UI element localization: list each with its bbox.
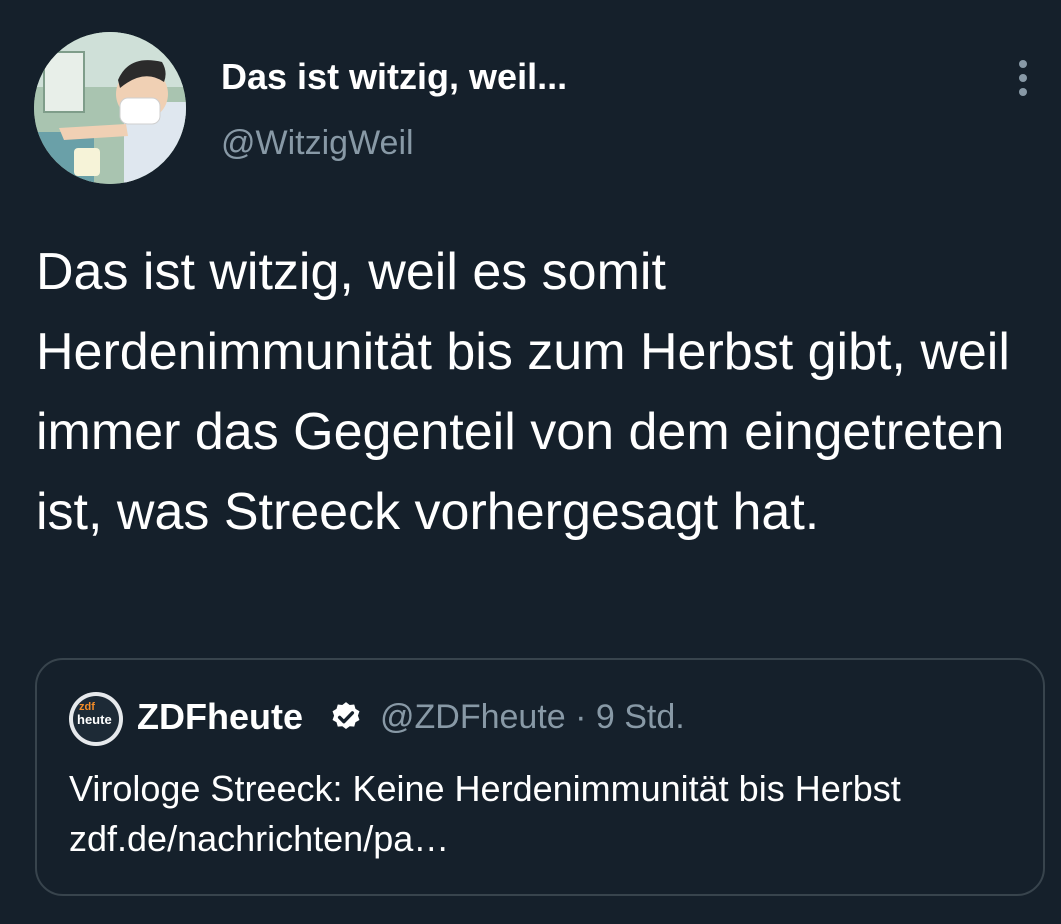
quoted-display-name[interactable]: ZDFheute [137,696,303,738]
quoted-avatar[interactable]: zdf heute [69,692,123,746]
avatar-image [34,32,186,184]
quoted-avatar-logo-line2: heute [77,712,112,727]
quoted-text: Virologe Streeck: Keine Herdenimmunität … [69,768,901,859]
quoted-tweet[interactable]: zdf heute ZDFheute @ZDFheute · 9 Std. Vi… [35,658,1045,896]
more-dot [1019,74,1027,82]
quoted-handle-time: @ZDFheute · 9 Std. [380,698,685,736]
avatar[interactable] [34,32,186,184]
verified-badge-icon [332,702,360,730]
more-vertical-icon[interactable] [1013,60,1035,96]
tweet-detail: Das ist witzig, weil... @WitzigWeil Das … [0,0,1061,924]
user-handle[interactable]: @WitzigWeil [221,124,414,163]
more-dot [1019,60,1027,68]
more-dot [1019,88,1027,96]
display-name[interactable]: Das ist witzig, weil... [221,56,567,98]
tweet-text: Das ist witzig, weil es somit Herdenimmu… [36,243,1010,541]
